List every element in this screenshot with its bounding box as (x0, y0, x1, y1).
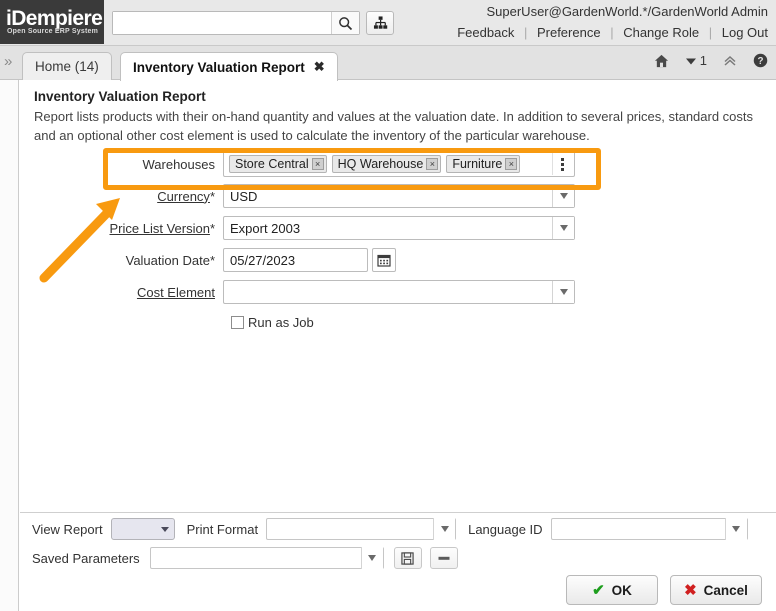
chip-hq-warehouse-label: HQ Warehouse (337, 157, 424, 171)
tab-close-icon[interactable]: ✖ (314, 59, 325, 75)
tab-home-label: Home (14) (35, 59, 99, 74)
link-log-out[interactable]: Log Out (722, 25, 768, 40)
valuation-date-value: 05/27/2023 (230, 252, 296, 268)
dialog-actions: ✔ OK ✖ Cancel (566, 575, 762, 605)
language-id-label: Language ID (468, 521, 543, 537)
sitemap-icon[interactable] (366, 11, 394, 35)
run-as-job-checkbox[interactable] (231, 316, 244, 329)
help-icon[interactable]: ? (753, 53, 768, 68)
price-list-version-label[interactable]: Price List Version * (20, 221, 223, 236)
valuation-date-label: Valuation Date * (125, 252, 215, 268)
cost-element-field[interactable] (223, 280, 575, 304)
calendar-icon[interactable] (372, 248, 396, 272)
floppy-save-icon[interactable] (393, 547, 422, 569)
print-format-label: Print Format (186, 521, 259, 537)
link-change-role[interactable]: Change Role (623, 25, 699, 40)
chip-store-central-label: Store Central (235, 157, 309, 171)
saved-parameters-row: Saved Parameters (32, 547, 458, 569)
field-row-price-list-version: Price List Version * Export 2003 (20, 216, 575, 240)
chip-furniture[interactable]: Furniture × (446, 155, 521, 173)
ok-button[interactable]: ✔ OK (566, 575, 658, 605)
view-report-label: View Report (32, 521, 103, 537)
run-as-job-label: Run as Job (248, 315, 314, 330)
warehouses-label: Warehouses (142, 156, 216, 172)
link-feedback[interactable]: Feedback (457, 25, 514, 40)
app-header: iDempiere Open Source ERP System SuperUs… (0, 0, 776, 46)
view-report-row: View Report Print Format Language ID (32, 518, 748, 540)
collapse-up-icon[interactable] (723, 54, 737, 67)
currency-label[interactable]: Currency * (20, 189, 223, 204)
link-separator-3: | (708, 25, 713, 40)
field-row-cost-element: Cost Element (20, 280, 575, 304)
cancel-button[interactable]: ✖ Cancel (670, 575, 762, 605)
chip-hq-warehouse[interactable]: HQ Warehouse × (331, 155, 442, 173)
kebab-menu-icon[interactable] (552, 153, 572, 175)
idempiere-app-window: iDempiere Open Source ERP System SuperUs… (0, 0, 776, 611)
currency-value: USD (230, 188, 258, 204)
currency-field[interactable]: USD (223, 184, 575, 208)
field-row-currency: Currency * USD (20, 184, 575, 208)
price-list-version-field[interactable]: Export 2003 (223, 216, 575, 240)
currency-required-marker: * (209, 188, 215, 204)
home-icon[interactable] (654, 54, 669, 68)
idempiere-logo: iDempiere Open Source ERP System (0, 0, 104, 44)
link-separator-1: | (523, 25, 528, 40)
tab-inventory-valuation-report-label: Inventory Valuation Report (133, 59, 305, 75)
price-list-version-required-marker: * (209, 220, 215, 236)
search-input[interactable] (113, 12, 331, 34)
field-row-warehouses: Warehouses Store Central × HQ Warehouse … (20, 151, 575, 177)
tab-bar: » Home (14) Inventory Valuation Report ✖… (0, 46, 776, 81)
page-title: Inventory Valuation Report (34, 89, 206, 104)
left-sidebar-rail (0, 80, 19, 611)
window-count-icon[interactable]: 1 (685, 53, 707, 68)
report-parameter-panel: Inventory Valuation Report Report lists … (20, 80, 776, 577)
header-links: Feedback | Preference | Change Role | Lo… (457, 25, 768, 40)
saved-parameters-label: Saved Parameters (32, 550, 140, 566)
valuation-date-field[interactable]: 05/27/2023 (223, 248, 368, 272)
tab-home[interactable]: Home (14) (22, 52, 112, 80)
tab-inventory-valuation-report[interactable]: Inventory Valuation Report ✖ (120, 52, 338, 81)
report-action-bar: View Report Print Format Language ID Sav… (20, 512, 776, 611)
page-description: Report lists products with their on-hand… (34, 109, 754, 143)
view-report-select[interactable] (110, 518, 175, 540)
minus-delete-icon[interactable] (429, 547, 458, 569)
ok-button-label: OK (611, 582, 632, 598)
view-report-chevron-down-icon (160, 526, 169, 532)
currency-chevron-down-icon[interactable] (552, 185, 574, 207)
price-list-version-chevron-down-icon[interactable] (552, 217, 574, 239)
cost-element-chevron-down-icon[interactable] (552, 281, 574, 303)
field-row-valuation-date: Valuation Date * 05/27/2023 (20, 248, 396, 272)
cancel-x-icon: ✖ (684, 582, 697, 599)
language-id-field[interactable] (550, 518, 748, 540)
saved-parameters-chevron-down-icon[interactable] (360, 547, 383, 569)
logo-sub-text: Open Source ERP System (7, 28, 99, 35)
saved-parameters-field[interactable] (149, 547, 384, 569)
link-separator-2: | (610, 25, 614, 40)
global-search (112, 11, 360, 35)
print-format-chevron-down-icon[interactable] (433, 518, 456, 540)
svg-text:?: ? (757, 56, 763, 67)
link-preference[interactable]: Preference (537, 25, 601, 40)
warehouses-chip-list: Store Central × HQ Warehouse × Furniture… (226, 155, 552, 173)
search-icon[interactable] (331, 12, 359, 34)
language-id-chevron-down-icon[interactable] (724, 518, 747, 540)
window-count-label: 1 (699, 53, 707, 68)
warehouses-field[interactable]: Store Central × HQ Warehouse × Furniture… (223, 151, 575, 177)
print-format-field[interactable] (266, 518, 457, 540)
ok-check-icon: ✔ (592, 582, 605, 599)
chip-hq-warehouse-remove-icon[interactable]: × (426, 158, 439, 170)
cost-element-label[interactable]: Cost Element (20, 285, 223, 300)
tab-bar-icons: 1 ? (654, 53, 768, 68)
sidebar-collapse-icon[interactable]: » (4, 54, 12, 70)
run-as-job-row: Run as Job (231, 315, 314, 330)
cancel-button-label: Cancel (703, 582, 748, 598)
chip-furniture-remove-icon[interactable]: × (505, 158, 518, 170)
user-info: SuperUser@GardenWorld.*/GardenWorld Admi… (486, 4, 768, 19)
valuation-date-required-marker: * (209, 252, 215, 268)
chip-store-central-remove-icon[interactable]: × (311, 158, 324, 170)
chip-furniture-label: Furniture (452, 157, 503, 171)
chip-store-central[interactable]: Store Central × (229, 155, 327, 173)
price-list-version-value: Export 2003 (230, 220, 301, 236)
